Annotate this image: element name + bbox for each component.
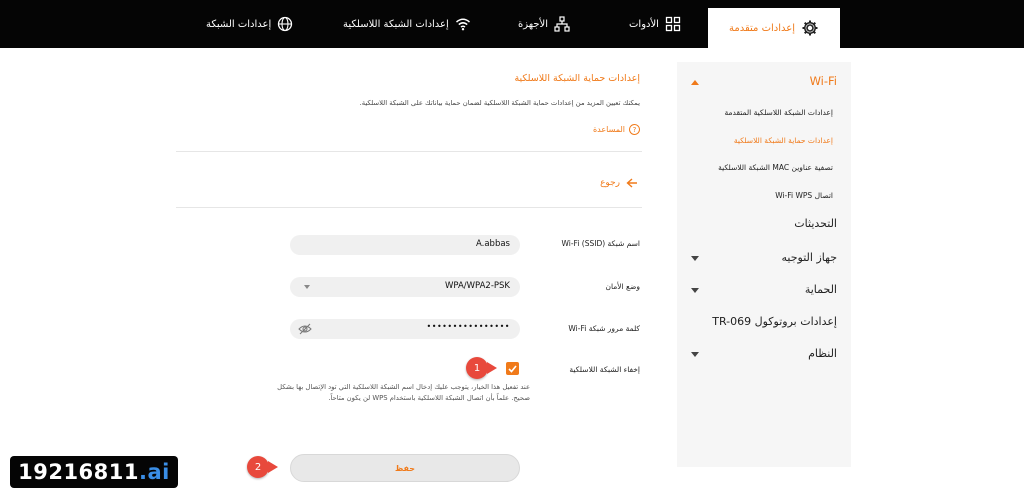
sidebar-section-system[interactable]: النظام (808, 347, 837, 360)
gear-icon (802, 20, 818, 36)
caret-up-icon (691, 80, 699, 85)
save-button[interactable]: حفظ (290, 454, 520, 482)
password-input[interactable]: •••••••••••••••• (290, 319, 520, 339)
sidebar-section-label: Wi-Fi (809, 74, 837, 88)
tab-label: إعدادات الشبكة (206, 18, 272, 30)
tab-label: إعدادات متقدمة (729, 22, 795, 34)
router-admin-page: إعدادات الشبكة إعدادات الشبكة اللاسلكية … (0, 0, 1024, 497)
eye-off-icon[interactable] (298, 323, 312, 335)
watermark-tld: .ai (139, 460, 170, 484)
devices-icon (554, 16, 570, 32)
tools-grid-icon (665, 16, 681, 32)
sidebar-item-advanced-wireless[interactable]: إعدادات الشبكة اللاسلكية المتقدمة (725, 108, 833, 117)
chevron-down-icon (304, 285, 310, 289)
top-nav-bar: إعدادات الشبكة إعدادات الشبكة اللاسلكية … (0, 0, 1024, 48)
security-mode-select[interactable]: WPA/WPA2-PSK (290, 277, 520, 297)
callout-marker-2: 2 (247, 456, 278, 478)
help-link[interactable]: ? المساعدة (593, 124, 640, 135)
sidebar-item-wireless-security[interactable]: إعدادات حماية الشبكة اللاسلكية (734, 136, 833, 145)
tab-tools[interactable]: الأدوات (629, 0, 681, 48)
ssid-value: A.abbas (475, 239, 510, 249)
hide-network-label: إخفاء الشبكة اللاسلكية (569, 365, 640, 374)
sidebar-item-mac-filter[interactable]: تصفية عناوين MAC الشبكة اللاسلكية (718, 163, 833, 172)
callout-marker-1: 1 (466, 357, 497, 379)
ssid-label: اسم شبكة Wi-Fi (SSID) (561, 239, 640, 248)
checkmark-icon (508, 364, 517, 373)
page-title: إعدادات حماية الشبكة اللاسلكية (514, 73, 640, 84)
globe-icon (278, 16, 293, 32)
ssid-input[interactable]: A.abbas (290, 235, 520, 255)
sidebar-section-tr069[interactable]: إعدادات بروتوكول TR-069 (712, 315, 837, 328)
hide-network-hint: عند تفعيل هذا الخيار، يتوجب عليك إدخال ا… (277, 383, 530, 402)
sidebar-section-security[interactable]: الحماية (805, 283, 837, 296)
tab-wireless-settings[interactable]: إعدادات الشبكة اللاسلكية (343, 0, 471, 48)
arrow-right-icon (626, 178, 637, 188)
sidebar-section-updates[interactable]: التحديثات (794, 217, 837, 230)
divider (176, 207, 642, 208)
caret-down-icon (691, 288, 699, 293)
wifi-icon (455, 18, 470, 31)
tab-label: الأدوات (629, 18, 659, 30)
watermark-logo: 19216811 .ai (10, 456, 178, 488)
sidebar-item-wps[interactable]: اتصال Wi-Fi WPS (775, 191, 833, 200)
back-link[interactable]: رجوع (600, 178, 638, 188)
sidebar-section-router[interactable]: جهاز التوجيه (782, 251, 837, 264)
help-label: المساعدة (592, 125, 625, 134)
tab-devices[interactable]: الأجهزة (518, 0, 570, 48)
back-label: رجوع (600, 178, 620, 188)
caret-down-icon (691, 352, 699, 357)
password-label: كلمة مرور شبكة Wi-Fi (568, 324, 640, 333)
hide-network-checkbox[interactable] (506, 362, 519, 375)
divider (176, 151, 642, 152)
tab-advanced-settings[interactable]: إعدادات متقدمة (708, 8, 840, 48)
tab-label: إعدادات الشبكة اللاسلكية (343, 18, 449, 30)
password-value: •••••••••••••••• (426, 322, 510, 331)
security-mode-value: WPA/WPA2-PSK (444, 281, 510, 291)
caret-down-icon (691, 256, 699, 261)
sidebar-section-wifi[interactable]: Wi-Fi (677, 74, 851, 90)
help-icon: ? (629, 124, 640, 135)
sidebar: Wi-Fi إعدادات الشبكة اللاسلكية المتقدمة … (677, 62, 851, 467)
page-description: يمكنك تعيين المزيد من إعدادات حماية الشب… (359, 99, 640, 107)
security-mode-label: وضع الأمان (605, 282, 640, 291)
watermark-main: 19216811 (18, 460, 140, 484)
tab-label: الأجهزة (518, 18, 549, 30)
tab-network-settings[interactable]: إعدادات الشبكة (206, 0, 293, 48)
